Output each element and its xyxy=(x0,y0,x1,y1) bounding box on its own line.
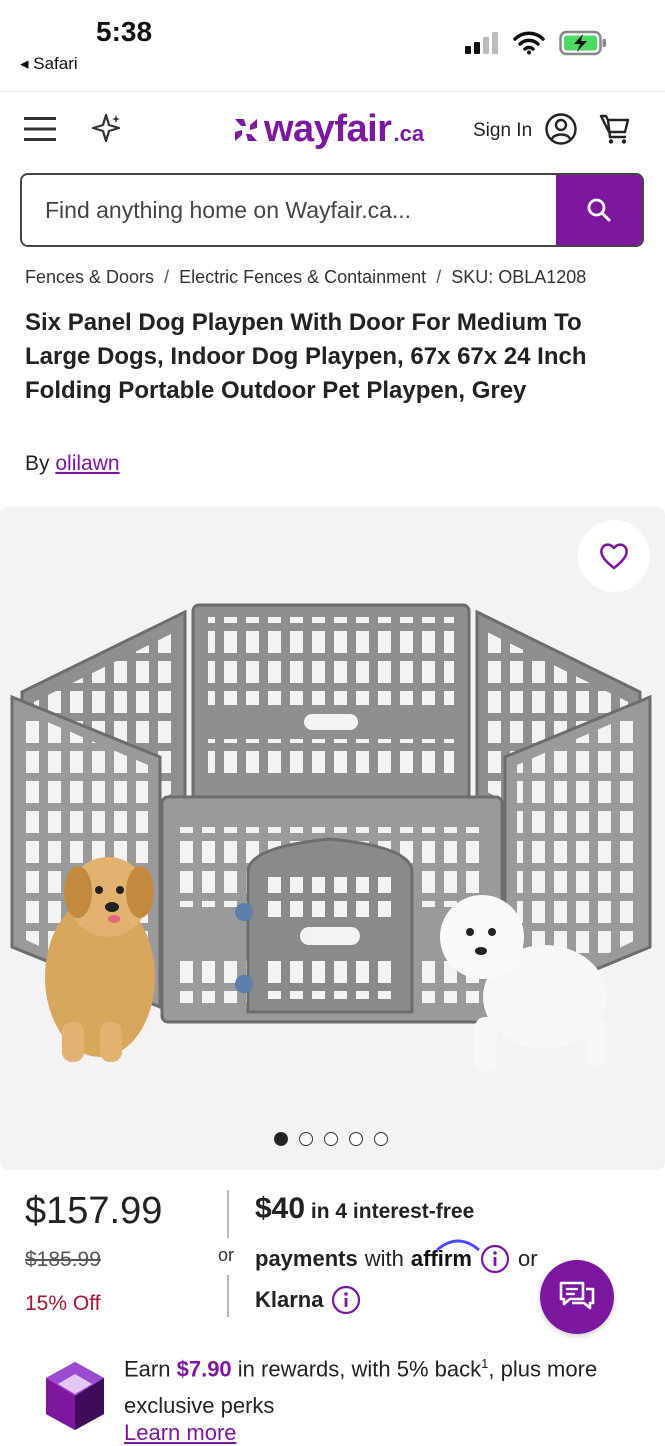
status-icons xyxy=(465,30,607,56)
signal-icon xyxy=(465,32,498,54)
status-time: 5:38 xyxy=(96,16,153,47)
affirm-arc-icon xyxy=(435,1239,480,1252)
brand-byline: By olilawn xyxy=(25,452,120,476)
financing-line-3: Klarna xyxy=(255,1285,361,1315)
search-input[interactable] xyxy=(22,175,556,245)
sale-price: $157.99 xyxy=(25,1190,163,1232)
breadcrumb: Fences & Doors / Electric Fences & Contain… xyxy=(25,267,586,288)
brand-link[interactable]: olilawn xyxy=(55,452,119,475)
payments-label: payments xyxy=(255,1246,358,1271)
search-icon xyxy=(587,198,611,222)
with-label: with xyxy=(364,1246,404,1271)
product-title: Six Panel Dog Playpen With Door For Medi… xyxy=(25,309,587,404)
or-label-2: or xyxy=(517,1246,538,1271)
carousel-dot-2[interactable] xyxy=(299,1132,313,1146)
breadcrumb-separator: / xyxy=(164,267,170,287)
search-button[interactable] xyxy=(556,175,642,245)
breadcrumb-sku: SKU: OBLA1208 xyxy=(451,267,587,287)
earn-label: Earn xyxy=(124,1356,171,1382)
installment-amount: $40 xyxy=(255,1192,306,1225)
klarna-label[interactable]: Klarna xyxy=(255,1287,323,1313)
carousel-dot-4[interactable] xyxy=(349,1132,363,1146)
breadcrumb-item-fences-doors[interactable]: Fences & Doors xyxy=(25,267,154,287)
rewards-gem-icon xyxy=(46,1362,104,1430)
carousel-dot-1[interactable] xyxy=(274,1132,288,1146)
breadcrumb-item-electric-fences[interactable]: Electric Fences & Containment xyxy=(179,267,426,287)
back-to-safari[interactable]: ◂ Safari xyxy=(20,54,78,74)
search-bar xyxy=(20,173,644,247)
rewards-text-a: in rewards, with 5% back xyxy=(237,1356,482,1382)
logo-suffix: .ca xyxy=(393,121,425,146)
menu-icon[interactable] xyxy=(24,116,58,142)
battery-charging-icon xyxy=(559,30,606,56)
installment-text: in 4 interest-free xyxy=(310,1200,475,1223)
sign-in-link[interactable]: Sign In xyxy=(473,120,532,142)
info-icon[interactable] xyxy=(480,1244,510,1274)
discount-badge: 15% Off xyxy=(25,1292,101,1315)
status-bar: 5:38 ◂ Safari xyxy=(0,0,665,92)
wifi-icon xyxy=(513,31,545,55)
wayfair-pinwheel-icon xyxy=(235,118,257,141)
or-label: or xyxy=(218,1245,235,1265)
financing-line-2: payments with affirm or xyxy=(255,1239,538,1274)
rewards-text: Earn $7.90 in rewards, with 5% back1, pl… xyxy=(124,1345,624,1424)
learn-more-link[interactable]: Learn more xyxy=(124,1420,237,1446)
site-header: wayfair .ca Sign In xyxy=(0,92,665,172)
sparkle-icon[interactable] xyxy=(90,112,122,144)
logo-text: wayfair xyxy=(264,108,392,150)
chat-button[interactable] xyxy=(540,1260,614,1334)
heart-icon xyxy=(600,543,628,570)
by-label: By xyxy=(25,452,50,475)
wayfair-logo[interactable]: wayfair .ca xyxy=(232,108,424,151)
carousel-dot-5[interactable] xyxy=(374,1132,388,1146)
rewards-amount: $7.90 xyxy=(176,1356,232,1382)
favorite-button[interactable] xyxy=(578,520,650,592)
account-icon[interactable] xyxy=(544,112,578,146)
carousel-dots xyxy=(274,1132,388,1146)
chat-icon xyxy=(559,1281,595,1310)
financing-line-1: $40 in 4 interest-free xyxy=(255,1192,474,1226)
breadcrumb-separator: / xyxy=(436,267,442,287)
divider xyxy=(227,1190,229,1238)
product-gallery[interactable] xyxy=(0,507,665,1170)
carousel-dot-3[interactable] xyxy=(324,1132,338,1146)
affirm-logo[interactable]: affirm xyxy=(411,1239,480,1272)
product-image[interactable] xyxy=(0,507,665,1170)
cart-icon[interactable] xyxy=(598,112,632,146)
divider xyxy=(227,1275,229,1317)
original-price: $185.99 xyxy=(25,1248,101,1271)
info-icon[interactable] xyxy=(331,1285,361,1315)
